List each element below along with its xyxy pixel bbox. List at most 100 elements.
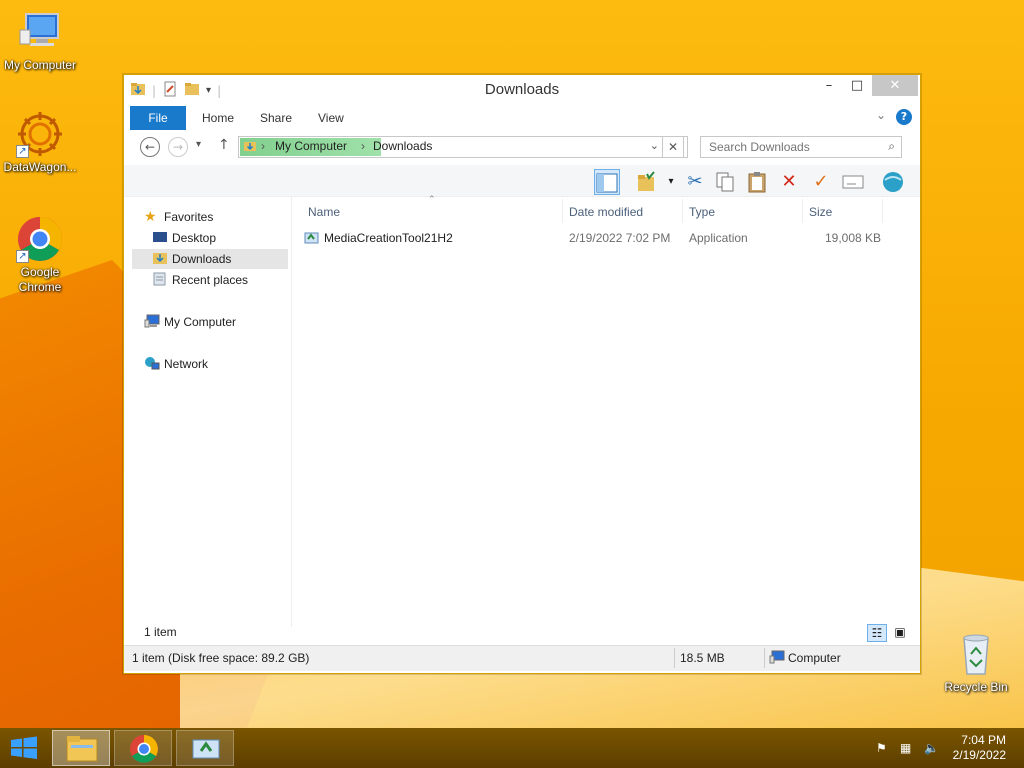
- explorer-window: | ▾ | Downloads – □ ✕ File Home Share Vi…: [123, 74, 921, 674]
- column-header-name[interactable]: Name: [308, 205, 340, 219]
- taskbar-media-creation-tool[interactable]: [176, 730, 234, 766]
- column-header-type[interactable]: Type: [689, 205, 715, 219]
- status-bar: 1 item (Disk free space: 89.2 GB) 18.5 M…: [124, 645, 920, 671]
- recent-places-icon: [152, 272, 168, 286]
- nav-my-computer[interactable]: My Computer: [132, 312, 288, 332]
- nav-label: Recent places: [172, 273, 249, 287]
- clock-time: 7:04 PM: [961, 733, 1006, 747]
- folder-icon: [243, 139, 257, 156]
- nav-favorites[interactable]: ★ Favorites: [132, 207, 288, 227]
- rename-icon[interactable]: [840, 169, 866, 195]
- navigation-bar: ← → ▾ ↑ › My Computer › Downloads ⌄ ✕ ⌕: [130, 133, 916, 163]
- breadcrumb-separator-icon: ›: [261, 139, 265, 153]
- datawagon-icon: ↗: [16, 110, 64, 158]
- search-icon[interactable]: ⌕: [888, 139, 895, 154]
- table-row[interactable]: MediaCreationTool21H2 2/19/2022 7:02 PM …: [302, 227, 882, 249]
- status-divider: [764, 648, 765, 668]
- nav-recent-places[interactable]: Recent places: [132, 270, 288, 290]
- chevron-down-icon[interactable]: ⌄: [650, 139, 659, 152]
- status-size: 18.5 MB: [680, 651, 725, 665]
- nav-label: Favorites: [164, 210, 214, 224]
- nav-label: My Computer: [164, 315, 237, 329]
- maximize-button[interactable]: □: [844, 75, 870, 96]
- network-icon: [144, 356, 160, 370]
- search-box[interactable]: ⌕: [700, 136, 902, 158]
- tab-share[interactable]: Share: [248, 106, 304, 130]
- column-divider: [882, 199, 883, 223]
- desktop-icon-google-chrome[interactable]: ↗ Google Chrome: [0, 215, 80, 295]
- globe-icon[interactable]: [880, 169, 906, 195]
- system-clock[interactable]: 7:04 PM 2/19/2022: [953, 733, 1006, 763]
- desktop-icon-label: DataWagon...: [3, 160, 77, 174]
- desktop-icon-recycle-bin[interactable]: Recycle Bin: [936, 630, 1016, 695]
- delete-icon[interactable]: ✕: [776, 169, 802, 195]
- close-button[interactable]: ✕: [872, 75, 918, 96]
- minimize-button[interactable]: –: [816, 75, 842, 96]
- title-bar[interactable]: | ▾ | Downloads – □ ✕: [124, 75, 920, 105]
- tab-view[interactable]: View: [306, 106, 356, 130]
- clear-address-button[interactable]: ✕: [662, 136, 684, 158]
- status-divider: [674, 648, 675, 668]
- cut-icon[interactable]: ✂: [682, 169, 708, 195]
- copy-icon[interactable]: [712, 169, 738, 195]
- up-icon[interactable]: ↑: [218, 137, 230, 153]
- network-status-icon[interactable]: ▦: [900, 741, 914, 755]
- nav-downloads[interactable]: Downloads: [132, 249, 288, 269]
- breadcrumb-separator-icon: ›: [361, 139, 365, 153]
- preview-pane-icon[interactable]: [594, 169, 620, 195]
- help-icon[interactable]: ?: [896, 109, 912, 125]
- shortcut-arrow-icon: ↗: [16, 145, 29, 158]
- desktop-icon-label: Recycle Bin: [944, 680, 1008, 694]
- paste-icon[interactable]: [744, 169, 770, 195]
- downloads-folder-icon: [152, 251, 168, 265]
- computer-icon: [144, 314, 160, 328]
- breadcrumb-downloads[interactable]: Downloads: [373, 139, 432, 153]
- status-location: Computer: [788, 651, 841, 665]
- computer-icon: [769, 650, 785, 667]
- breadcrumb-my-computer[interactable]: My Computer: [275, 139, 347, 153]
- desktop-icon-label: My Computer: [3, 58, 77, 72]
- address-bar[interactable]: › My Computer › Downloads ⌄: [238, 136, 688, 158]
- column-header-date-modified[interactable]: Date modified: [569, 205, 643, 219]
- clock-date: 2/19/2022: [952, 748, 1006, 762]
- shortcut-arrow-icon: ↗: [16, 250, 29, 263]
- file-size: 19,008 KB: [825, 231, 882, 245]
- recent-locations-icon[interactable]: ▾: [196, 139, 201, 150]
- action-center-flag-icon[interactable]: ⚑: [876, 741, 890, 755]
- column-divider: [562, 199, 563, 223]
- tab-home[interactable]: Home: [190, 106, 246, 130]
- nav-label: Desktop: [172, 231, 217, 245]
- sort-arrow-icon: ⌃: [428, 195, 436, 205]
- column-header-size[interactable]: Size: [809, 205, 832, 219]
- desktop-icon: [152, 230, 168, 244]
- nav-desktop[interactable]: Desktop: [132, 228, 288, 248]
- large-icons-view-icon[interactable]: ▣: [890, 624, 910, 642]
- checkmark-icon[interactable]: ✓: [808, 169, 834, 195]
- details-view-icon[interactable]: ☷: [867, 624, 887, 642]
- nav-network[interactable]: Network: [132, 354, 288, 374]
- forward-icon[interactable]: →: [168, 137, 188, 157]
- column-divider: [682, 199, 683, 223]
- nav-label: Downloads: [172, 252, 232, 266]
- search-input[interactable]: [701, 137, 871, 157]
- column-divider: [802, 199, 803, 223]
- desktop-icon-my-computer[interactable]: My Computer: [0, 8, 80, 73]
- expand-ribbon-icon[interactable]: ⌄: [876, 108, 886, 122]
- item-count: 1 item: [144, 625, 177, 639]
- desktop-icon-label: Google Chrome: [18, 265, 62, 294]
- start-button[interactable]: [0, 728, 48, 768]
- ribbon-tabs: File Home Share View ⌄ ?: [130, 106, 916, 130]
- toolbar: ▾ ✂ ✕ ✓: [124, 165, 920, 197]
- back-icon[interactable]: ←: [140, 137, 160, 157]
- new-folder-icon[interactable]: [634, 169, 660, 195]
- file-type: Application: [689, 231, 748, 245]
- chrome-icon: ↗: [16, 215, 64, 263]
- taskbar: ⚑ ▦ 🔈 7:04 PM 2/19/2022: [0, 728, 1024, 768]
- volume-muted-icon[interactable]: 🔈: [924, 741, 939, 755]
- file-date: 2/19/2022 7:02 PM: [569, 231, 671, 245]
- taskbar-file-explorer[interactable]: [52, 730, 110, 766]
- tab-file[interactable]: File: [130, 106, 186, 130]
- desktop-icon-datawagon[interactable]: ↗ DataWagon...: [0, 110, 80, 175]
- taskbar-chrome[interactable]: [114, 730, 172, 766]
- chevron-down-icon[interactable]: ▾: [658, 169, 684, 195]
